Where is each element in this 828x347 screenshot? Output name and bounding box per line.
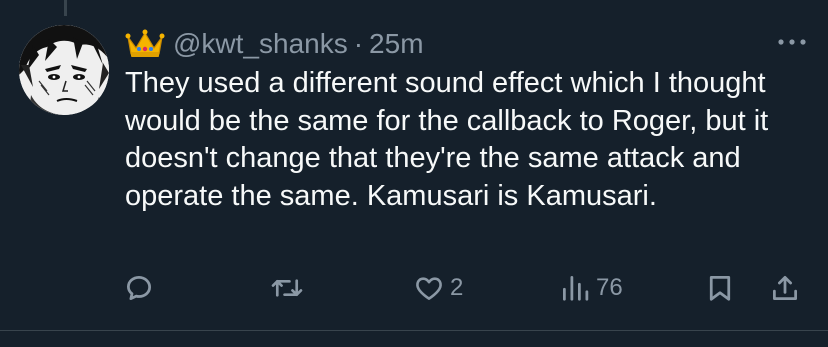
share-icon	[773, 276, 797, 300]
tweet-body-text: They used a different sound effect which…	[125, 67, 769, 212]
views-count: 76	[596, 274, 623, 301]
thread-connector-line	[64, 0, 67, 16]
views-chart-icon	[563, 276, 589, 301]
crown-icon	[125, 29, 165, 57]
header-separator: ·	[353, 28, 364, 59]
avatar[interactable]	[19, 25, 109, 115]
tweet-action-bar: 2 76	[0, 268, 828, 308]
post-timestamp[interactable]: 25m	[369, 28, 423, 60]
heart-icon	[416, 277, 442, 300]
share-button[interactable]	[770, 268, 800, 308]
bookmark-icon	[709, 276, 731, 301]
retweet-icon	[271, 279, 303, 297]
views-button[interactable]: 76	[560, 268, 623, 308]
avatar-manga-portrait-image	[19, 25, 109, 115]
like-count: 2	[450, 274, 464, 301]
more-options-button[interactable]	[775, 30, 809, 54]
tweet-header: @kwt_shanks · 25m	[125, 24, 424, 64]
reply-icon	[127, 276, 151, 300]
bookmark-button[interactable]	[705, 268, 735, 308]
retweet-button[interactable]	[270, 268, 310, 308]
post-divider	[0, 330, 828, 331]
reply-button[interactable]	[124, 268, 160, 308]
tweet-post[interactable]: @kwt_shanks · 25m They used a different …	[0, 0, 828, 347]
username-handle[interactable]: @kwt_shanks	[173, 28, 348, 60]
like-button[interactable]: 2	[414, 268, 463, 308]
more-options-icon	[778, 39, 806, 45]
